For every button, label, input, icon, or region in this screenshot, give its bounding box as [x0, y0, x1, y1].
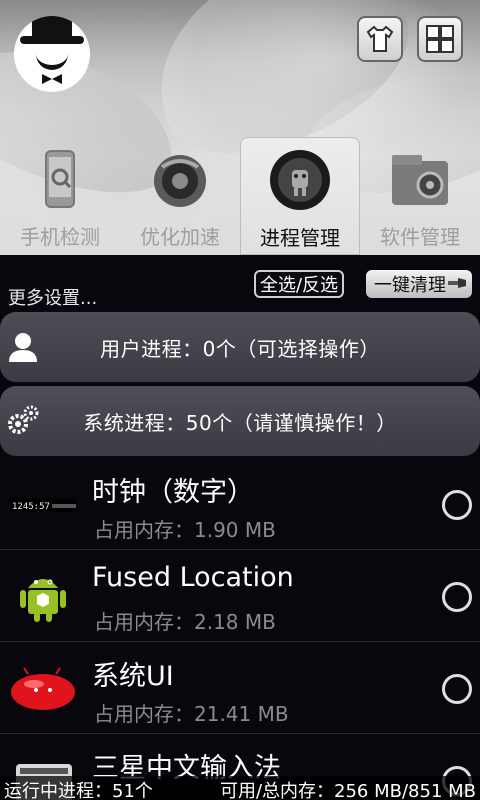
- tab-process-manager[interactable]: 进程管理: [240, 137, 360, 255]
- grid-menu-button[interactable]: [417, 16, 463, 62]
- android-robot-icon: [20, 579, 66, 622]
- one-key-clean-button[interactable]: 一键清理: [366, 270, 472, 298]
- one-key-clean-label: 一键清理: [374, 275, 446, 296]
- shirt-icon: [366, 25, 394, 52]
- process-manager-icon: [270, 150, 330, 210]
- avatar[interactable]: [14, 16, 90, 92]
- process-name: 时钟（数字）: [92, 477, 254, 508]
- process-row[interactable]: 系统UI 占用内存：21.41 MB: [0, 642, 480, 734]
- gears-icon: [8, 405, 39, 434]
- grid-icon: [426, 25, 454, 53]
- tab-phone-check[interactable]: 手机检测: [0, 137, 120, 255]
- process-memory: 占用内存：1.90 MB: [94, 518, 276, 542]
- theme-button[interactable]: [357, 16, 403, 62]
- process-memory: 占用内存：21.41 MB: [94, 702, 289, 726]
- jelly-bean-icon: [11, 667, 75, 710]
- process-select-radio[interactable]: [442, 674, 472, 704]
- tab-label: 优化加速: [140, 225, 220, 249]
- process-row[interactable]: 1245:57 时钟（数字） 占用内存：1.90 MB: [0, 458, 480, 550]
- process-name: 系统UI: [92, 661, 174, 692]
- speed-optimize-icon: [154, 155, 206, 207]
- phone-check-icon: [45, 150, 75, 208]
- process-select-radio[interactable]: [442, 490, 472, 520]
- status-bar: 运行中进程：51个 可用/总内存：256 MB/851 MB: [0, 776, 480, 800]
- clock-digital-icon: 1245:57: [10, 498, 76, 512]
- process-name: Fused Location: [92, 562, 294, 593]
- tab-optimize[interactable]: 优化加速: [120, 137, 240, 255]
- tab-label: 进程管理: [260, 226, 340, 250]
- tab-software-manager[interactable]: 软件管理: [360, 137, 480, 255]
- user-process-summary: 用户进程：0个（可选择操作）: [100, 336, 380, 361]
- process-row[interactable]: Fused Location 占用内存：2.18 MB: [0, 550, 480, 642]
- tab-label: 软件管理: [380, 225, 460, 249]
- system-process-group[interactable]: 系统进程：50个（请谨慎操作！）: [0, 386, 480, 456]
- main-tabs: 手机检测 优化加速 进程管理 软件管理: [0, 137, 480, 255]
- tab-label: 手机检测: [20, 225, 100, 249]
- process-memory: 占用内存：2.18 MB: [94, 610, 276, 634]
- process-select-radio[interactable]: [442, 582, 472, 612]
- bowtie-icon: [42, 74, 62, 84]
- brush-icon: [448, 278, 466, 288]
- svg-text:1245:57: 1245:57: [12, 502, 50, 512]
- select-invert-button[interactable]: 全选/反选: [254, 270, 344, 298]
- memory-usage: 可用/总内存：256 MB/851 MB: [219, 781, 476, 800]
- process-toolbar: 更多设置... 全选/反选 一键清理: [0, 258, 480, 310]
- user-process-group[interactable]: 用户进程：0个（可选择操作）: [0, 312, 480, 382]
- more-settings-link[interactable]: 更多设置...: [8, 284, 97, 310]
- running-process-count: 运行中进程：51个: [4, 781, 153, 800]
- header-banner: 手机检测 优化加速 进程管理 软件管理: [0, 0, 480, 255]
- system-process-summary: 系统进程：50个（请谨慎操作！）: [83, 410, 397, 435]
- software-manager-icon: [392, 155, 448, 205]
- user-icon: [9, 333, 37, 362]
